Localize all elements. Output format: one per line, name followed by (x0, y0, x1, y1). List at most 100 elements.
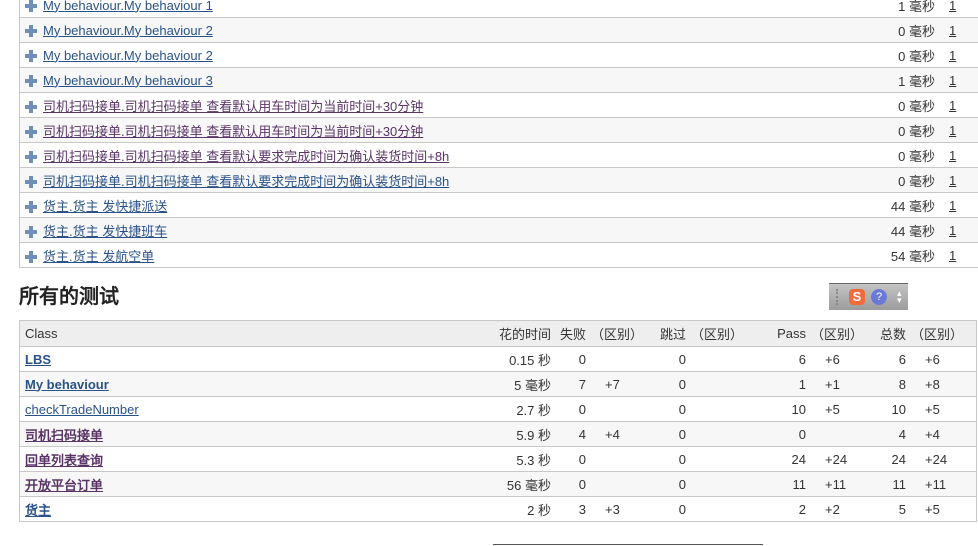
method-link[interactable]: 司机扫码接单.司机扫码接单 查看默认用车时间为当前时间+30分钟 (43, 124, 423, 139)
class-link[interactable]: 司机扫码接单 (25, 428, 103, 443)
time-cell: 5.9 秒 (471, 421, 556, 447)
pass-cell: 10 (756, 396, 811, 422)
method-row: 司机扫码接单.司机扫码接单 查看默认用车时间为当前时间+30分钟 0 毫秒 1 (19, 92, 978, 118)
fail-diff-cell: +7 (591, 371, 656, 397)
method-link[interactable]: 司机扫码接单.司机扫码接单 查看默认用车时间为当前时间+30分钟 (43, 99, 423, 114)
method-row: My behaviour.My behaviour 1 1 毫秒 1 (19, 0, 978, 18)
skip-cell: 0 (656, 496, 691, 522)
total-diff-cell: +8 (911, 371, 977, 397)
method-count-link[interactable]: 1 (949, 98, 956, 113)
total-diff-cell: +5 (911, 396, 977, 422)
expand-plus-icon[interactable] (25, 74, 37, 87)
method-row: My behaviour.My behaviour 2 0 毫秒 1 (19, 42, 978, 68)
method-link[interactable]: 司机扫码接单.司机扫码接单 查看默认要求完成时间为确认装货时间+8h (43, 149, 449, 164)
fail-diff-cell: +3 (591, 496, 656, 522)
total-diff-cell: +24 (911, 446, 977, 472)
skip-cell: 0 (656, 446, 691, 472)
expand-plus-icon[interactable] (25, 24, 37, 37)
total-diff-cell: +5 (911, 496, 977, 522)
method-time: 0 毫秒 (815, 17, 949, 43)
total-cell: 4 (876, 421, 911, 447)
method-link[interactable]: 司机扫码接单.司机扫码接单 查看默认要求完成时间为确认装货时间+8h (43, 174, 449, 189)
method-count-link[interactable]: 1 (949, 198, 956, 213)
ime-toolbar[interactable]: S ? ▴ ▾ (829, 283, 908, 310)
fail-cell: 0 (556, 446, 591, 472)
skip-diff-cell (691, 496, 756, 522)
method-count-link[interactable]: 1 (949, 48, 956, 63)
expand-plus-icon[interactable] (25, 250, 37, 263)
method-count-link[interactable]: 1 (949, 23, 956, 38)
class-link[interactable]: 回单列表查询 (25, 453, 103, 468)
method-count-link[interactable]: 1 (949, 0, 956, 13)
method-count-cell: 1 (949, 117, 978, 143)
total-diff-cell: +6 (911, 346, 977, 372)
expand-plus-icon[interactable] (25, 125, 37, 138)
divider (493, 544, 763, 545)
method-link[interactable]: 货主.货主 发航空单 (43, 249, 154, 264)
class-cell: 司机扫码接单 (19, 421, 471, 447)
time-cell: 5.3 秒 (471, 446, 556, 472)
class-link[interactable]: 货主 (25, 503, 51, 518)
expand-plus-icon[interactable] (25, 225, 37, 238)
method-count-link[interactable]: 1 (949, 223, 956, 238)
method-row: 货主.货主 发快捷班车 44 毫秒 1 (19, 217, 978, 243)
method-link[interactable]: My behaviour.My behaviour 1 (43, 0, 213, 13)
menu-arrows-icon[interactable]: ▴ ▾ (897, 289, 902, 305)
method-link[interactable]: My behaviour.My behaviour 3 (43, 73, 213, 88)
method-count-link[interactable]: 1 (949, 173, 956, 188)
class-link[interactable]: My behaviour (25, 377, 109, 392)
method-count-link[interactable]: 1 (949, 123, 956, 138)
expand-plus-icon[interactable] (25, 175, 37, 188)
method-count-link[interactable]: 1 (949, 73, 956, 88)
method-count-link[interactable]: 1 (949, 248, 956, 263)
class-row: 开放平台订单 56 毫秒 0 0 11 +11 11 +11 (19, 471, 977, 497)
expand-plus-icon[interactable] (25, 200, 37, 213)
total-diff-cell: +11 (911, 471, 977, 497)
method-row: 司机扫码接单.司机扫码接单 查看默认用车时间为当前时间+30分钟 0 毫秒 1 (19, 117, 978, 143)
pass-diff-cell: +5 (811, 396, 876, 422)
method-link[interactable]: My behaviour.My behaviour 2 (43, 48, 213, 63)
class-link[interactable]: checkTradeNumber (25, 402, 139, 417)
col-skip-diff: （区别） (691, 320, 756, 347)
method-count-cell: 1 (949, 92, 978, 118)
method-count-link[interactable]: 1 (949, 148, 956, 163)
class-cell: LBS (19, 346, 471, 372)
col-total: 总数 (876, 320, 911, 347)
skip-cell: 0 (656, 396, 691, 422)
method-row: 货主.货主 发航空单 54 毫秒 1 (19, 242, 978, 268)
pass-cell: 24 (756, 446, 811, 472)
pass-diff-cell (811, 421, 876, 447)
method-cell: 司机扫码接单.司机扫码接单 查看默认要求完成时间为确认装货时间+8h (19, 142, 815, 168)
fail-cell: 3 (556, 496, 591, 522)
class-row: 货主 2 秒 3 +3 0 2 +2 5 +5 (19, 496, 977, 522)
method-link[interactable]: 货主.货主 发快捷派送 (43, 199, 167, 214)
class-link[interactable]: LBS (25, 352, 51, 367)
pass-diff-cell: +2 (811, 496, 876, 522)
expand-plus-icon[interactable] (25, 49, 37, 62)
class-link[interactable]: 开放平台订单 (25, 478, 103, 493)
method-row: 货主.货主 发快捷派送 44 毫秒 1 (19, 192, 978, 218)
expand-plus-icon[interactable] (25, 0, 37, 12)
method-row: My behaviour.My behaviour 3 1 毫秒 1 (19, 67, 978, 93)
method-time: 54 毫秒 (815, 242, 949, 268)
pass-cell: 1 (756, 371, 811, 397)
expand-plus-icon[interactable] (25, 100, 37, 113)
method-link[interactable]: My behaviour.My behaviour 2 (43, 23, 213, 38)
method-cell: My behaviour.My behaviour 2 (19, 42, 815, 68)
expand-plus-icon[interactable] (25, 150, 37, 163)
help-icon[interactable]: ? (871, 289, 887, 305)
fail-cell: 0 (556, 396, 591, 422)
all-tests-table: Class 花的时间 失败 （区别） 跳过 （区别） Pass （区别） 总数 … (19, 320, 977, 522)
method-cell: 司机扫码接单.司机扫码接单 查看默认用车时间为当前时间+30分钟 (19, 92, 815, 118)
col-pass-diff: （区别） (811, 320, 876, 347)
method-time: 44 毫秒 (815, 192, 949, 218)
method-link[interactable]: 货主.货主 发快捷班车 (43, 224, 167, 239)
sogou-logo-icon[interactable]: S (849, 289, 865, 305)
method-time: 0 毫秒 (815, 142, 949, 168)
class-row: checkTradeNumber 2.7 秒 0 0 10 +5 10 +5 (19, 396, 977, 422)
skip-diff-cell (691, 346, 756, 372)
pass-cell: 11 (756, 471, 811, 497)
method-row: 司机扫码接单.司机扫码接单 查看默认要求完成时间为确认装货时间+8h 0 毫秒 1 (19, 142, 978, 168)
drag-handle-icon[interactable] (836, 289, 844, 305)
fail-diff-cell: +4 (591, 421, 656, 447)
